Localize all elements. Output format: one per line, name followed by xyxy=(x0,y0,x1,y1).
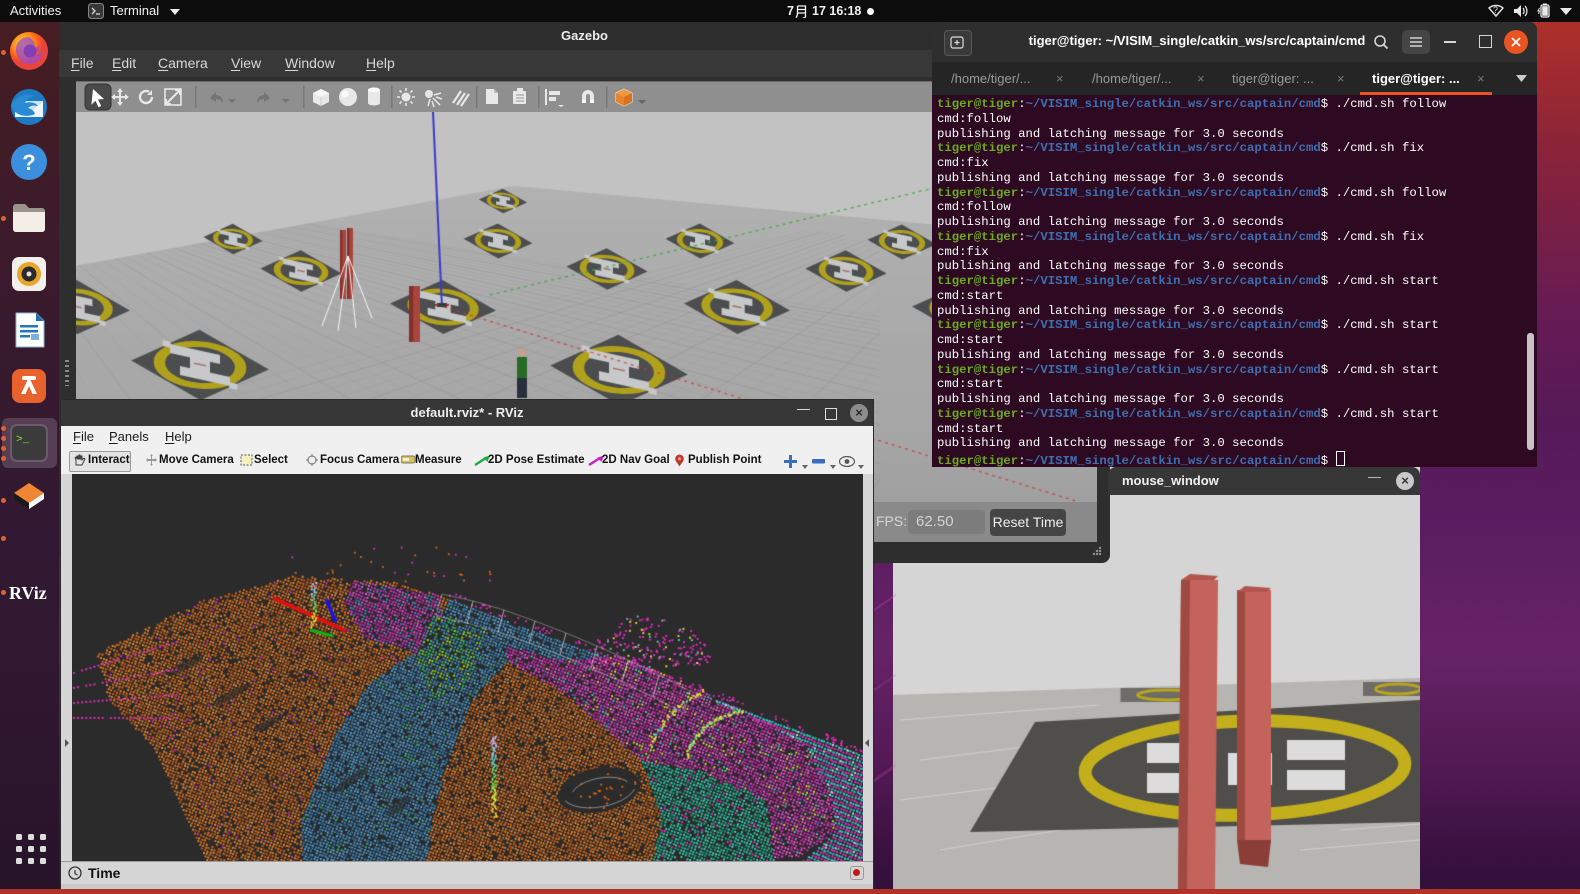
svg-text:?: ? xyxy=(1493,5,1498,15)
svg-text:>_: >_ xyxy=(16,434,30,446)
svg-text:?: ? xyxy=(22,150,35,175)
